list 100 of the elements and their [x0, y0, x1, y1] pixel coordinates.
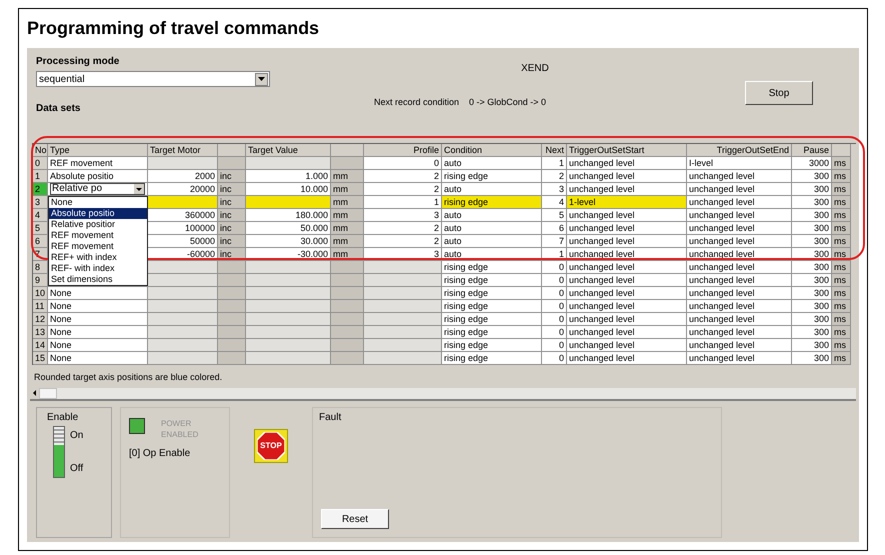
table-cell: rising edge [442, 300, 542, 313]
note-text: Rounded target axis positions are blue colored. [34, 371, 224, 384]
table-cell: unchanged level [567, 326, 687, 339]
table-cell: 180.000 [246, 209, 331, 222]
table-cell: unchanged level [567, 170, 687, 183]
type-dropdown[interactable]: Relative po [50, 183, 145, 195]
table-cell: I-level [687, 157, 792, 170]
table-cell: inc [218, 209, 246, 222]
table-cell: unchanged level [567, 209, 687, 222]
table-cell: unchanged level [567, 287, 687, 300]
table-cell: rising edge [442, 313, 542, 326]
table-cell: unchanged level [687, 235, 792, 248]
table-cell: 6 [542, 222, 567, 235]
table-cell: 0 [542, 352, 567, 365]
row-number: 13 [33, 326, 48, 339]
row-number: 10 [33, 287, 48, 300]
table-cell: 2 [542, 170, 567, 183]
table-cell: 1-level [567, 196, 687, 209]
table-cell: 0 [364, 157, 442, 170]
table-cell: inc [218, 196, 246, 209]
row-number: 4 [33, 209, 48, 222]
row-number: 5 [33, 222, 48, 235]
switch-label: On [70, 428, 84, 442]
table-cell: unchanged level [687, 196, 792, 209]
table-cell: 3000 [792, 157, 832, 170]
table-cell: rising edge [442, 326, 542, 339]
table-cell: 0 [542, 300, 567, 313]
table-cell: auto [442, 183, 542, 196]
table-cell: rising edge [442, 339, 542, 352]
page-title: Programming of travel commands [27, 17, 320, 40]
row-number: 12 [33, 313, 48, 326]
row-number: 3 [33, 196, 48, 209]
table-cell: 4 [542, 196, 567, 209]
table-cell: ms [832, 196, 851, 209]
table-cell: ms [832, 287, 851, 300]
table-cell: unchanged level [687, 222, 792, 235]
table-cell: ms [832, 339, 851, 352]
table-cell: ms [832, 183, 851, 196]
header-cell [218, 144, 246, 157]
condition-label: Next record condition [374, 96, 459, 109]
column-header: Pause [792, 144, 832, 157]
table-cell: unchanged level [687, 352, 792, 365]
table-cell: None [48, 300, 148, 313]
group-label: Fault [319, 410, 342, 424]
table-cell: unchanged level [687, 339, 792, 352]
table-cell: mm [331, 170, 364, 183]
horizontal-scrollbar[interactable] [30, 388, 856, 400]
table-cell: ms [832, 235, 851, 248]
caret-icon [255, 72, 268, 86]
caret-icon [134, 184, 144, 194]
scroll-left-icon[interactable] [30, 387, 39, 399]
column-header: No [33, 144, 48, 157]
dropdown-option[interactable]: Absolute positio [49, 208, 147, 219]
table-cell: unchanged level [687, 287, 792, 300]
column-header: Target Motor [148, 144, 218, 157]
table-cell: unchanged level [567, 235, 687, 248]
table-cell: ms [832, 209, 851, 222]
table-cell: inc [218, 183, 246, 196]
column-header: Condition [442, 144, 542, 157]
row-number: 14 [33, 339, 48, 352]
table-cell: ms [832, 326, 851, 339]
table-cell: unchanged level [567, 274, 687, 287]
reset-button[interactable]: Reset [321, 509, 389, 529]
table-cell: 300 [792, 287, 832, 300]
table-cell: None [48, 352, 148, 365]
table-cell: REF movement [48, 157, 148, 170]
row-number: 0 [33, 157, 48, 170]
table-cell: 300 [792, 235, 832, 248]
table-cell: 300 [792, 352, 832, 365]
table-cell: 300 [792, 183, 832, 196]
table-cell: rising edge [442, 170, 542, 183]
table-cell: 20000 [148, 183, 218, 196]
row-number: 1 [33, 170, 48, 183]
stop-button[interactable]: Stop [745, 81, 813, 105]
table-cell: mm [331, 196, 364, 209]
table-cell: 300 [792, 196, 832, 209]
table-cell: mm [331, 183, 364, 196]
op-enable-text: [0] Op Enable [129, 446, 192, 460]
scroll-thumb[interactable] [39, 388, 57, 398]
table-cell: mm [331, 235, 364, 248]
table-cell: unchanged level [687, 183, 792, 196]
table-cell: unchanged level [687, 170, 792, 183]
table-cell: auto [442, 222, 542, 235]
table-cell: 0 [542, 339, 567, 352]
table-cell: 300 [792, 261, 832, 274]
processing-mode-dropdown[interactable]: sequential [36, 71, 270, 87]
table-cell: unchanged level [567, 183, 687, 196]
toggle-switch-drawing[interactable] [53, 426, 65, 478]
table-cell: Absolute positio [48, 170, 148, 183]
table-cell: 0 [542, 261, 567, 274]
table-cell: auto [442, 157, 542, 170]
table-cell: 30.000 [246, 235, 331, 248]
table-cell: rising edge [442, 352, 542, 365]
emergency-stop-button[interactable]: STOP [254, 428, 288, 462]
table-cell: 300 [792, 313, 832, 326]
power-status: POWER ENABLED [161, 418, 200, 440]
table-cell: 0 [542, 326, 567, 339]
table-cell: unchanged level [567, 157, 687, 170]
table-cell: 3 [364, 209, 442, 222]
table-cell: unchanged level [687, 313, 792, 326]
